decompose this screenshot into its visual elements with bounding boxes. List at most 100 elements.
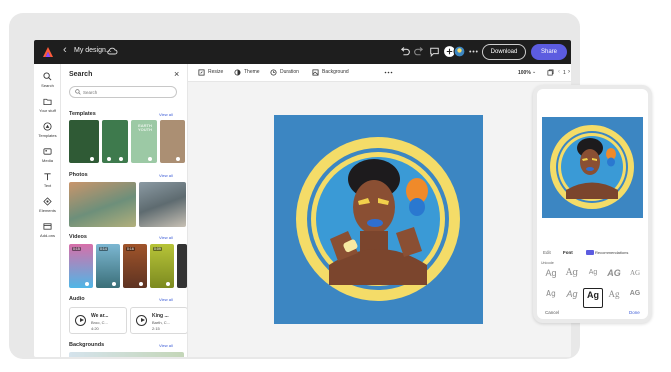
rail-item-templates[interactable]: Templates [34,122,61,138]
rail-item-text[interactable]: Text [34,172,61,188]
rail-label: Search [41,83,54,88]
phone-tab-bar: Edit Font Recommendations [537,250,648,258]
elements-icon [43,197,52,206]
backgrounds-view-all-link[interactable]: View all [159,343,173,348]
rail-item-elements[interactable]: Elements [34,197,61,213]
play-icon [119,157,123,161]
photos-view-all-link[interactable]: View all [159,173,173,178]
clock-icon [270,69,277,76]
font-option[interactable]: Ag [562,288,582,308]
adobe-express-logo[interactable] [42,46,54,58]
photos-heading: Photos [69,172,88,178]
font-option[interactable]: AG [625,288,645,308]
template-card-text: EARTH YOUTH [138,123,152,133]
tab-font[interactable]: Font [563,250,573,255]
template-thumbnail[interactable] [160,120,185,163]
left-rail: Search Your stuff Templates Media Text E… [34,64,61,357]
template-thumbnail[interactable] [69,120,99,163]
template-thumbnail[interactable]: EARTH YOUTH [131,120,157,163]
share-button[interactable]: Share [531,44,567,60]
video-thumbnail[interactable]: 0:15 [69,244,93,288]
photo-thumbnail[interactable] [69,182,136,227]
videos-view-all-link[interactable]: View all [159,235,173,240]
rail-label: Elements [39,208,56,213]
font-sample: Ag [545,268,557,278]
videos-heading: Videos [69,234,87,240]
audio-view-all-link[interactable]: View all [159,297,173,302]
more-options-icon[interactable] [384,69,393,76]
play-icon[interactable] [136,315,147,326]
play-icon [90,157,94,161]
video-thumbnail[interactable]: 0:14 [96,244,120,288]
redo-icon[interactable] [413,45,426,58]
rail-item-your-stuff[interactable]: Your stuff [34,97,61,113]
next-page-chevron-icon[interactable]: › [568,69,570,75]
font-sample: Ag [587,290,599,300]
video-thumbnail[interactable]: 0:16 [123,244,147,288]
audio-title: We ar... [91,313,109,319]
font-option[interactable]: AG [604,267,624,287]
audio-title: King ... [152,313,169,319]
font-option[interactable]: Ag [562,267,582,287]
font-sample: Ag [608,289,620,299]
phone-artboard[interactable] [542,117,643,218]
template-thumbnail[interactable] [102,120,128,163]
video-thumbnail[interactable] [177,244,187,288]
pages-icon[interactable] [547,69,554,76]
media-icon [43,148,52,155]
chevron-down-icon[interactable]: ⌄ [532,69,536,75]
cancel-button[interactable]: Cancel [545,310,559,315]
rail-item-media[interactable]: Media [34,147,61,163]
play-icon [176,157,180,161]
design-artboard[interactable] [274,115,483,324]
templates-heading: Templates [69,111,96,117]
font-section-label: Unicode [541,261,554,265]
rail-item-search[interactable]: Search [34,72,61,88]
video-duration: 0:09 [153,247,162,251]
app-window: ‹ My design... Download Share Search You… [34,40,571,357]
play-icon [148,157,152,161]
font-option[interactable]: Ag [583,267,603,287]
download-button[interactable]: Download [482,44,526,60]
audio-track-card[interactable]: King ... Barth, C... 2:15 [130,307,187,334]
tab-edit[interactable]: Edit [543,250,551,255]
font-option[interactable]: Ag [541,288,561,308]
font-option-selected[interactable]: Ag [583,288,603,308]
user-avatar[interactable] [453,45,466,58]
play-icon [112,282,116,286]
theme-icon [234,69,241,76]
comment-icon[interactable] [428,45,441,58]
play-icon[interactable] [75,315,86,326]
rail-item-add-ons[interactable]: Add-ons [34,222,61,238]
font-option[interactable]: AG [625,267,645,287]
phone-device: Edit Font Recommendations Unicode Ag Ag … [533,85,652,323]
recommendations-label[interactable]: Recommendations [595,250,628,255]
resize-icon [198,69,205,76]
previous-page-chevron-icon[interactable]: ‹ [558,69,560,75]
phone-portrait-artwork [550,125,634,209]
audio-track-card[interactable]: We ar... Broo, C... 4:20 [69,307,127,334]
more-options-icon[interactable] [467,45,480,58]
photo-thumbnail[interactable] [139,182,186,227]
rail-label: Text [43,183,52,188]
video-thumbnail[interactable]: 0:09 [150,244,174,288]
resize-button[interactable]: Resize [198,69,223,76]
duration-button[interactable]: Duration [270,69,299,76]
done-button[interactable]: Done [629,310,640,315]
background-thumbnail[interactable] [69,352,184,357]
top-bar: ‹ My design... Download Share [34,40,571,64]
search-field[interactable] [69,86,177,98]
theme-button[interactable]: Theme [234,69,260,76]
search-input[interactable] [83,88,171,96]
font-option[interactable]: Ag [541,267,561,287]
font-option[interactable]: Ag [604,288,624,308]
templates-view-all-link[interactable]: View all [159,112,173,117]
font-sample: AG [629,290,641,297]
undo-icon[interactable] [398,45,411,58]
close-icon[interactable]: × [174,69,179,79]
background-button[interactable]: Background [312,69,349,76]
back-chevron-icon[interactable]: ‹ [63,44,67,56]
zoom-level[interactable]: 100% [518,70,531,76]
recommendations-badge-icon [586,250,594,255]
rail-label: Your stuff [39,108,56,113]
